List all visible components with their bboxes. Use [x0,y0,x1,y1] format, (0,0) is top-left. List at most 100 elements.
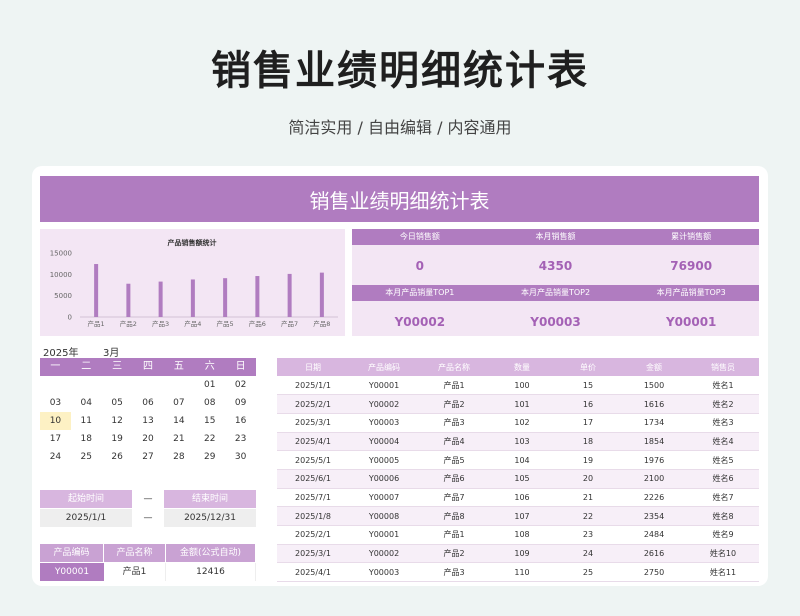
table-cell[interactable]: 2025/4/1 [277,432,349,452]
table-cell[interactable]: 姓名8 [687,506,759,526]
calendar-day[interactable]: 07 [163,394,194,412]
table-cell[interactable]: 产品3 [419,562,489,583]
calendar-day[interactable]: 01 [194,376,225,394]
column-header[interactable]: 数量 [489,358,555,376]
table-cell[interactable]: 25 [555,562,621,583]
table-cell[interactable]: 109 [489,544,555,564]
table-cell[interactable]: 2025/3/1 [277,544,349,564]
end-time-field[interactable]: 2025/12/31 [164,509,256,527]
table-cell[interactable]: 2025/6/1 [277,469,349,489]
table-cell[interactable]: 24 [555,544,621,564]
table-cell[interactable]: Y00007 [349,488,419,508]
column-header[interactable]: 金额 [621,358,687,376]
table-cell[interactable]: 产品1 [419,376,489,396]
table-cell[interactable]: 2354 [621,506,687,526]
table-cell[interactable]: 产品6 [419,469,489,489]
calendar-day[interactable]: 24 [40,448,71,466]
table-cell[interactable]: 姓名7 [687,488,759,508]
calendar-day[interactable]: 21 [163,430,194,448]
calendar-day[interactable]: 25 [71,448,102,466]
table-cell[interactable]: 110 [489,562,555,583]
calendar-day[interactable]: 05 [102,394,133,412]
table-cell[interactable]: 2025/7/1 [277,488,349,508]
chart-bar[interactable] [158,281,163,317]
column-header[interactable]: 单价 [555,358,621,376]
table-cell[interactable]: 1854 [621,432,687,452]
calendar-year[interactable]: 2025年 [43,344,78,359]
table-cell[interactable]: 15 [555,376,621,396]
calendar-day[interactable]: 10 [40,412,71,430]
calendar-day[interactable]: 28 [163,448,194,466]
lookup-code-field[interactable]: Y00001 [40,563,104,581]
table-row[interactable]: 2025/3/1 Y00002 产品2 109 24 2616 姓名10 [277,544,759,564]
table-cell[interactable]: 姓名1 [687,376,759,396]
calendar-day[interactable]: 19 [102,430,133,448]
table-cell[interactable]: 产品2 [419,394,489,414]
calendar-day[interactable]: 18 [71,430,102,448]
table-cell[interactable]: 19 [555,450,621,470]
column-header[interactable]: 产品名称 [419,358,489,376]
table-cell[interactable]: Y00002 [349,544,419,564]
calendar-month[interactable]: 3月 [103,344,119,359]
table-cell[interactable]: 2226 [621,488,687,508]
calendar-day[interactable]: 20 [133,430,164,448]
table-cell[interactable]: 1734 [621,413,687,433]
table-cell[interactable]: 2750 [621,562,687,583]
column-header[interactable]: 销售员 [687,358,759,376]
table-cell[interactable]: Y00005 [349,450,419,470]
table-cell[interactable]: 1616 [621,394,687,414]
table-cell[interactable]: 姓名6 [687,469,759,489]
table-cell[interactable]: 姓名5 [687,450,759,470]
table-cell[interactable]: 104 [489,450,555,470]
table-cell[interactable]: 108 [489,525,555,545]
column-header[interactable]: 产品编码 [349,358,419,376]
calendar-day[interactable]: 02 [225,376,256,394]
table-row[interactable]: 2025/1/8 Y00008 产品8 107 22 2354 姓名8 [277,506,759,526]
calendar-day[interactable]: 17 [40,430,71,448]
calendar-day[interactable]: 15 [194,412,225,430]
table-cell[interactable]: 产品8 [419,506,489,526]
table-cell[interactable]: 106 [489,488,555,508]
table-row[interactable]: 2025/2/1 Y00001 产品1 108 23 2484 姓名9 [277,525,759,545]
calendar-day[interactable]: 22 [194,430,225,448]
chart-bar[interactable] [255,276,260,317]
table-cell[interactable]: 产品3 [419,413,489,433]
table-cell[interactable]: Y00001 [349,376,419,396]
chart-bar[interactable] [223,278,228,317]
table-cell[interactable]: 18 [555,432,621,452]
calendar-day[interactable]: 30 [225,448,256,466]
table-cell[interactable]: Y00001 [349,525,419,545]
table-cell[interactable]: 102 [489,413,555,433]
table-cell[interactable]: 2025/1/8 [277,506,349,526]
table-cell[interactable]: 姓名3 [687,413,759,433]
table-row[interactable]: 2025/6/1 Y00006 产品6 105 20 2100 姓名6 [277,469,759,489]
chart-bar[interactable] [94,264,99,317]
column-header[interactable]: 日期 [277,358,349,376]
table-cell[interactable]: 2025/5/1 [277,450,349,470]
table-row[interactable]: 2025/2/1 Y00002 产品2 101 16 1616 姓名2 [277,394,759,414]
table-cell[interactable]: 16 [555,394,621,414]
calendar-day[interactable]: 14 [163,412,194,430]
table-cell[interactable]: 105 [489,469,555,489]
table-cell[interactable]: 2484 [621,525,687,545]
table-cell[interactable]: Y00008 [349,506,419,526]
table-row[interactable]: 2025/1/1 Y00001 产品1 100 15 1500 姓名1 [277,376,759,396]
table-cell[interactable]: 2616 [621,544,687,564]
table-row[interactable]: 2025/7/1 Y00007 产品7 106 21 2226 姓名7 [277,488,759,508]
table-cell[interactable]: 姓名2 [687,394,759,414]
calendar-day[interactable]: 09 [225,394,256,412]
table-cell[interactable]: Y00006 [349,469,419,489]
table-cell[interactable]: 17 [555,413,621,433]
table-cell[interactable]: 姓名10 [687,544,759,564]
table-row[interactable]: 2025/4/1 Y00003 产品3 110 25 2750 姓名11 [277,562,759,583]
calendar-day[interactable]: 03 [40,394,71,412]
table-cell[interactable]: Y00002 [349,394,419,414]
calendar-day[interactable]: 23 [225,430,256,448]
table-cell[interactable]: 2100 [621,469,687,489]
chart-bar[interactable] [319,272,324,317]
table-cell[interactable]: 23 [555,525,621,545]
table-row[interactable]: 2025/4/1 Y00004 产品4 103 18 1854 姓名4 [277,432,759,452]
calendar-day[interactable]: 12 [102,412,133,430]
table-cell[interactable]: 20 [555,469,621,489]
calendar-day[interactable]: 06 [133,394,164,412]
